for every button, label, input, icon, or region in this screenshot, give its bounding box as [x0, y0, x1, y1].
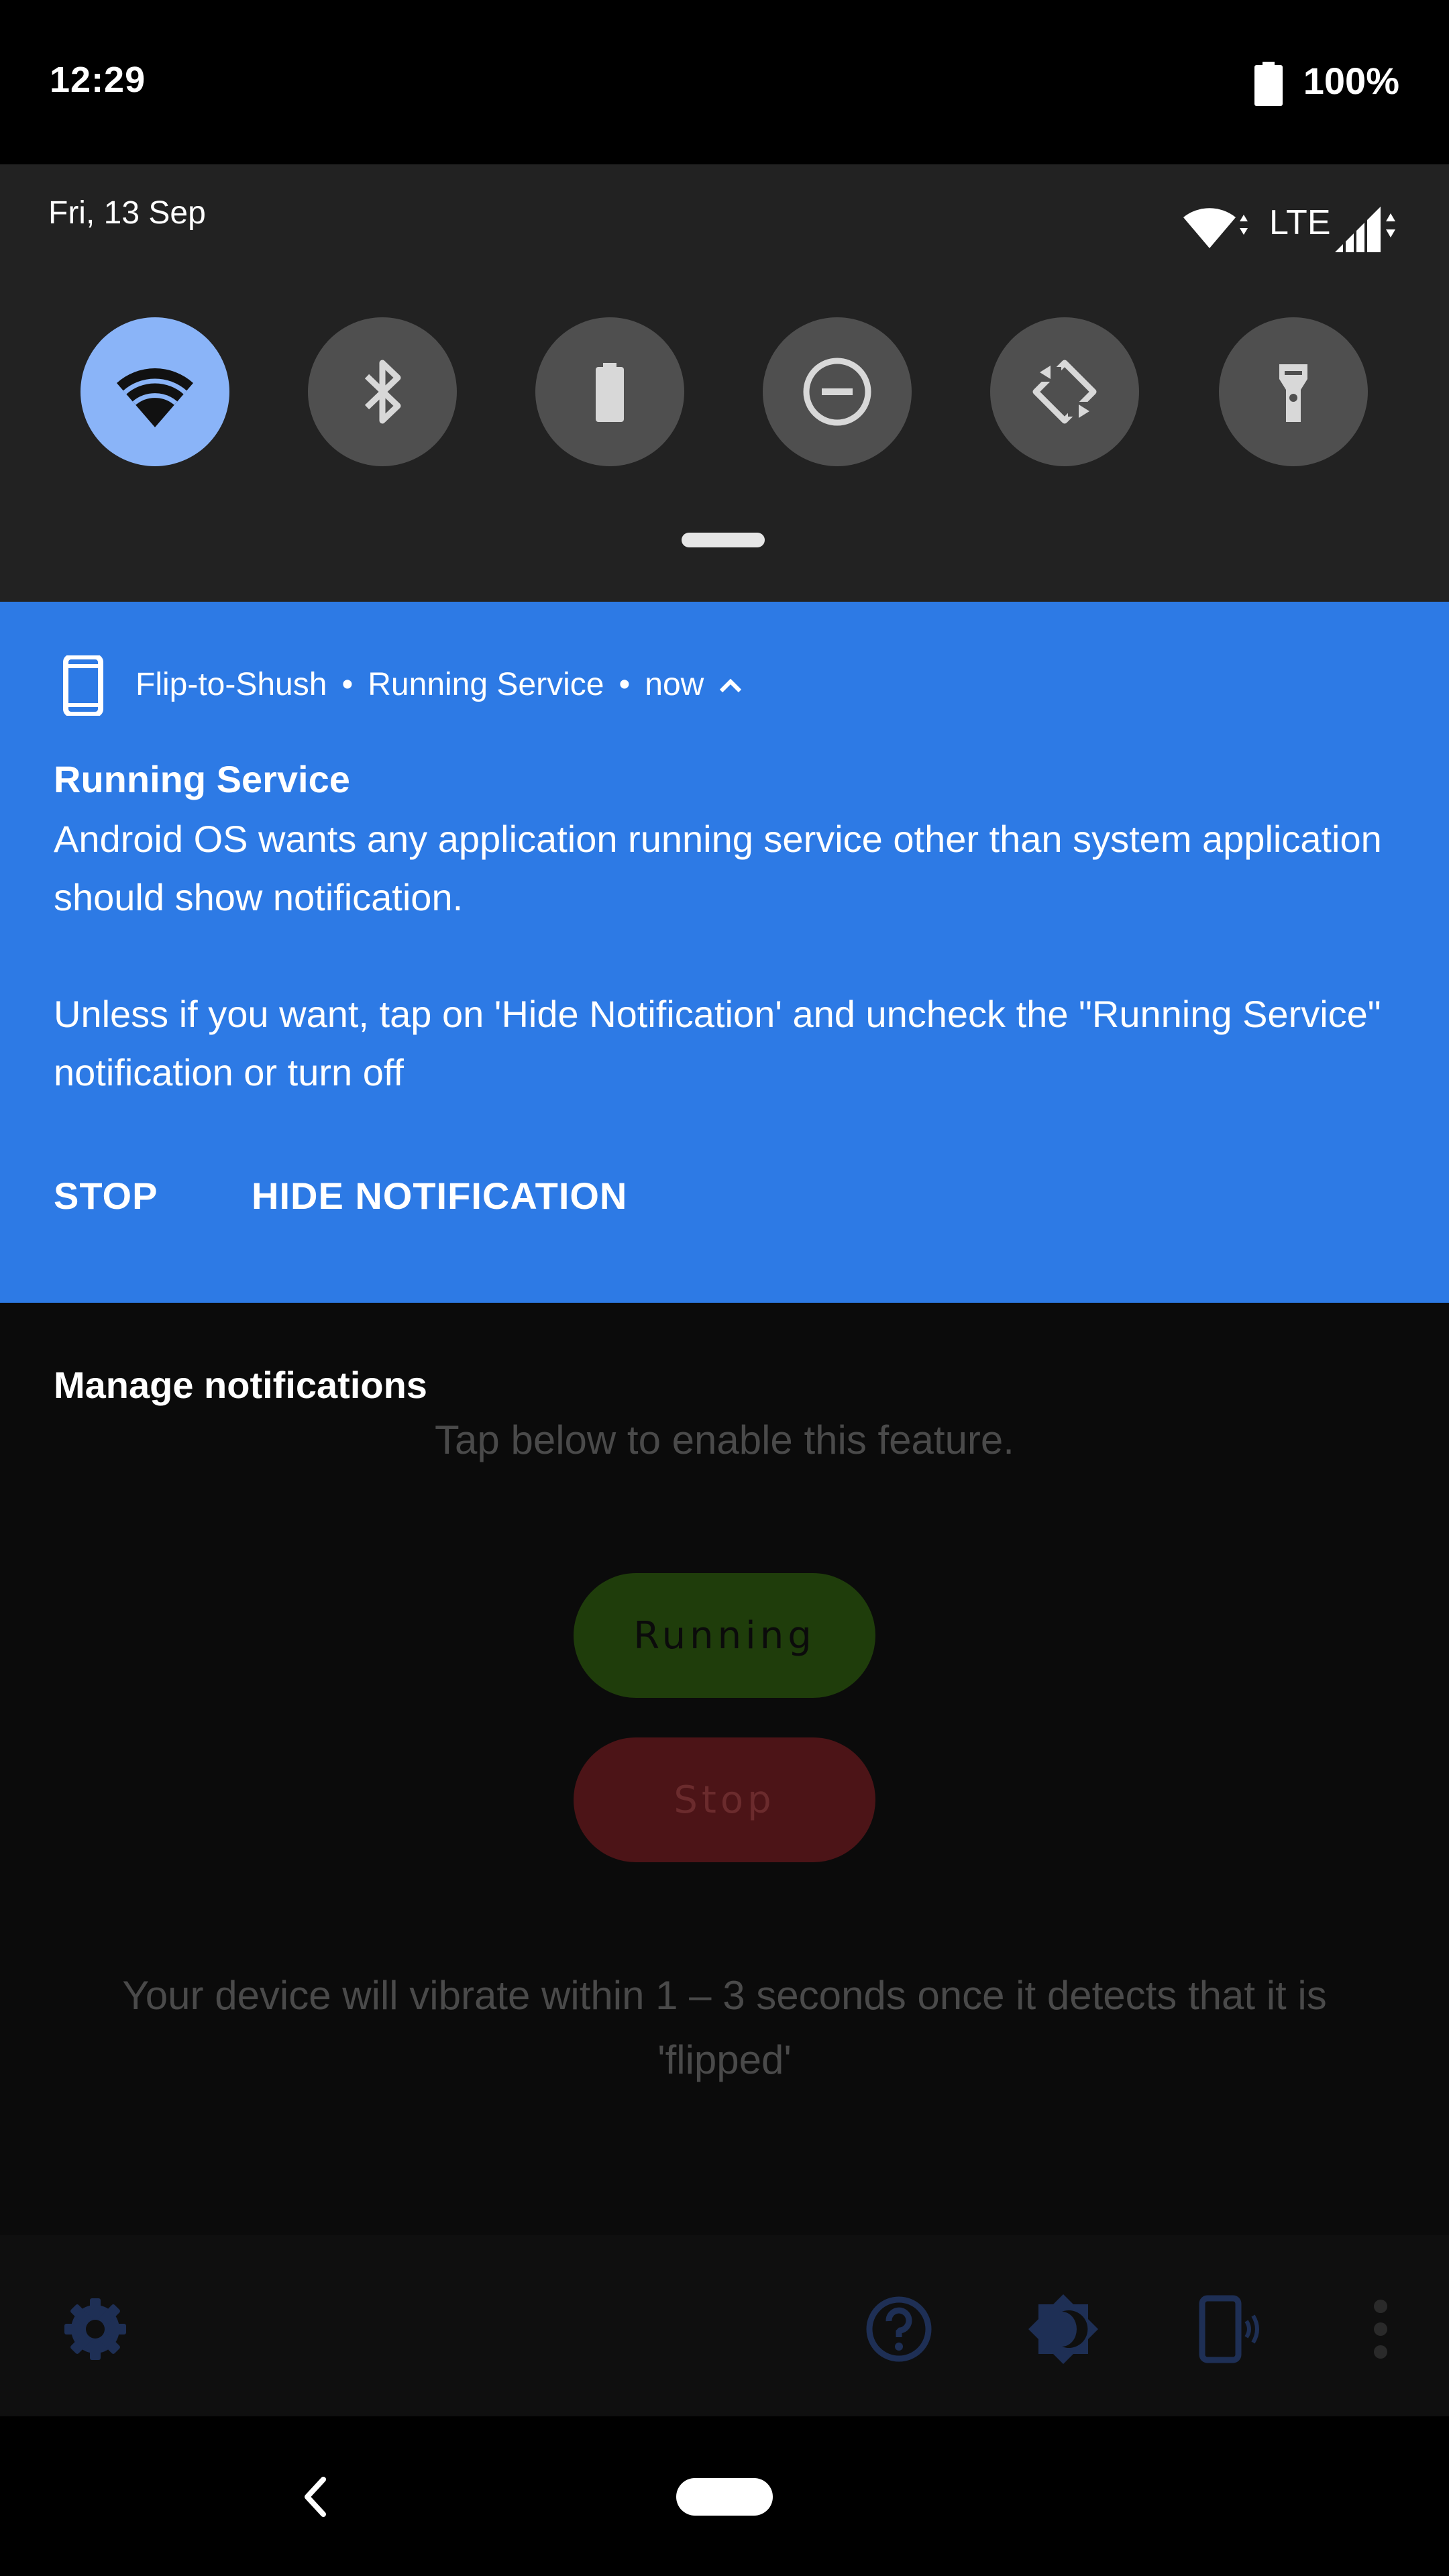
help-button[interactable] — [852, 2282, 946, 2376]
instruction-text: Tap below to enable this feature. — [435, 1417, 1014, 1462]
theme-button[interactable] — [1016, 2282, 1110, 2376]
flashlight-icon — [1279, 364, 1307, 422]
separator-dot: • — [341, 667, 354, 702]
qs-tile-flashlight[interactable] — [1219, 317, 1368, 466]
bluetooth-icon — [364, 360, 401, 424]
help-icon — [866, 2296, 932, 2362]
qs-tile-battery-saver[interactable] — [535, 317, 684, 466]
notification-app-name: Flip-to-Shush — [136, 667, 327, 702]
settings-button[interactable] — [48, 2282, 142, 2376]
separator-dot: • — [619, 667, 631, 702]
hide-notification-button[interactable]: HIDE NOTIFICATION — [252, 1174, 627, 1218]
auto-rotate-icon — [1032, 360, 1097, 424]
theme-icon — [1028, 2294, 1098, 2364]
chevron-up-icon[interactable] — [717, 675, 744, 695]
settings-icon — [64, 2298, 126, 2360]
navigation-bar — [0, 2416, 1449, 2576]
notification-card[interactable]: Flip-to-Shush • Running Service • now Ru… — [0, 602, 1449, 1303]
status-bar: 12:29 100% — [0, 0, 1449, 164]
vibrate-phone-icon — [1199, 2295, 1259, 2363]
app-background: Manage notifications Tap below to enable… — [0, 1303, 1449, 2235]
qs-tile-auto-rotate[interactable] — [990, 317, 1139, 466]
wifi-signal-icon — [1183, 208, 1248, 248]
qs-date[interactable]: Fri, 13 Sep — [48, 195, 206, 231]
wifi-icon — [117, 368, 193, 427]
do-not-disturb-icon — [803, 358, 871, 426]
battery-icon — [1254, 62, 1283, 106]
home-pill[interactable] — [676, 2478, 773, 2516]
more-options-button[interactable] — [1327, 2282, 1421, 2376]
running-button[interactable]: Running — [574, 1573, 875, 1698]
stop-action-button[interactable]: STOP — [54, 1174, 158, 1218]
bottom-toolbar — [0, 2235, 1449, 2416]
battery-percent: 100% — [1303, 60, 1399, 102]
phone-icon — [63, 655, 103, 716]
notification-time: now — [645, 667, 704, 702]
more-vert-icon — [1374, 2300, 1387, 2359]
qs-tile-do-not-disturb[interactable] — [763, 317, 912, 466]
notification-title: Running Service — [54, 758, 350, 800]
stop-button[interactable]: Stop — [574, 1737, 875, 1862]
cell-signal-icon — [1335, 207, 1395, 252]
qs-tile-bluetooth[interactable] — [308, 317, 457, 466]
status-clock: 12:29 — [50, 60, 146, 100]
quick-settings-panel: Fri, 13 Sep LTE — [0, 164, 1449, 602]
vibrate-phone-button[interactable] — [1181, 2282, 1275, 2376]
manage-notifications-button[interactable]: Manage notifications — [54, 1363, 427, 1407]
vibrate-note: Your device will vibrate within 1 – 3 se… — [122, 1973, 1327, 2082]
notification-header[interactable]: Flip-to-Shush • Running Service • now — [136, 666, 744, 703]
qs-drag-handle[interactable] — [682, 533, 765, 547]
battery-saver-icon — [596, 363, 624, 422]
notification-body: Android OS wants any application running… — [54, 818, 1382, 1093]
back-icon[interactable] — [288, 2470, 342, 2524]
qs-tile-wifi[interactable] — [80, 317, 229, 466]
network-type-label: LTE — [1269, 203, 1331, 242]
notification-channel: Running Service — [368, 667, 604, 702]
